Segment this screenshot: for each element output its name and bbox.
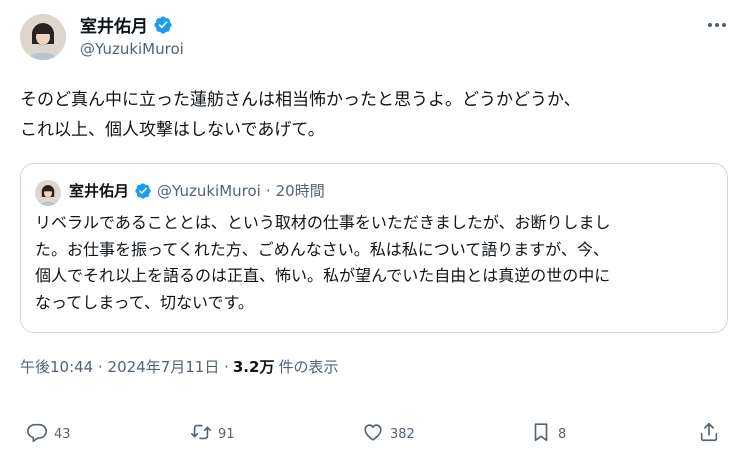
bookmark-button[interactable]: 8 — [530, 418, 566, 450]
verified-badge-icon — [153, 15, 173, 35]
quoted-tweet-header: 室井佑月 @YuzukiMuroi · 20時間 — [69, 180, 325, 201]
author-handle[interactable]: @YuzukiMuroi — [80, 40, 184, 58]
tweet-text: そのど真ん中に立った蓮舫さんは相当怖かったと思うよ。どうかどうか、 これ以上、個… — [20, 85, 730, 145]
reply-icon — [26, 421, 48, 447]
reply-button[interactable]: 43 — [26, 418, 71, 450]
quoted-author-avatar — [35, 180, 61, 206]
separator-dot: · — [265, 181, 271, 200]
repost-icon — [190, 421, 212, 447]
more-icon[interactable] — [704, 14, 730, 36]
quoted-text-line: リベラルであることとは、という取材の仕事をいただきましたが、お断りしまし — [35, 213, 611, 232]
author-name[interactable]: 室井佑月 — [80, 12, 173, 37]
repost-count: 91 — [218, 426, 235, 442]
quoted-tweet-time: 20時間 — [275, 182, 325, 200]
view-count-label: 件の表示 — [278, 358, 339, 376]
like-count: 382 — [390, 426, 415, 442]
tweet-timestamp[interactable]: 午後10:44 · 2024年7月11日 · — [20, 356, 229, 377]
quoted-text-line: なってしまって、切ないです。 — [35, 292, 254, 312]
quoted-author-name: 室井佑月 — [69, 182, 130, 200]
share-icon — [698, 421, 720, 447]
quoted-tweet[interactable]: 室井佑月 @YuzukiMuroi · 20時間 リベラルであることとは、という… — [20, 163, 728, 333]
repost-button[interactable]: 91 — [190, 418, 235, 450]
quoted-tweet-text: リベラルであることとは、という取材の仕事をいただきましたが、お断りしまし た。お… — [35, 210, 717, 316]
like-button[interactable]: 382 — [362, 418, 415, 450]
action-bar: 43 91 382 8 — [0, 418, 750, 450]
tweet-text-line: これ以上、個人攻撃はしないであげて。 — [20, 120, 325, 140]
verified-badge-icon — [134, 182, 152, 200]
author-avatar[interactable] — [20, 14, 66, 60]
bookmark-icon — [530, 421, 552, 447]
reply-count: 43 — [54, 426, 71, 442]
quoted-text-line: 個人でそれ以上を語るのは正直、怖い。私が望んでいた自由とは真逆の世の中に — [35, 266, 611, 285]
bookmark-count: 8 — [558, 426, 567, 442]
like-icon — [362, 421, 384, 447]
share-button[interactable] — [698, 418, 720, 450]
tweet-text-line: そのど真ん中に立った蓮舫さんは相当怖かったと思うよ。どうかどうか、 — [20, 90, 581, 110]
author-name-text[interactable]: 室井佑月 — [80, 12, 148, 37]
tweet-meta: 午後10:44 · 2024年7月11日 · 3.2万 件の表示 — [20, 356, 338, 377]
quoted-author-handle: @YuzukiMuroi — [157, 181, 261, 200]
quoted-text-line: た。お仕事を振ってくれた方、ごめんなさい。私は私について語りますが、今、 — [35, 239, 609, 259]
view-count: 3.2万 — [232, 358, 275, 376]
